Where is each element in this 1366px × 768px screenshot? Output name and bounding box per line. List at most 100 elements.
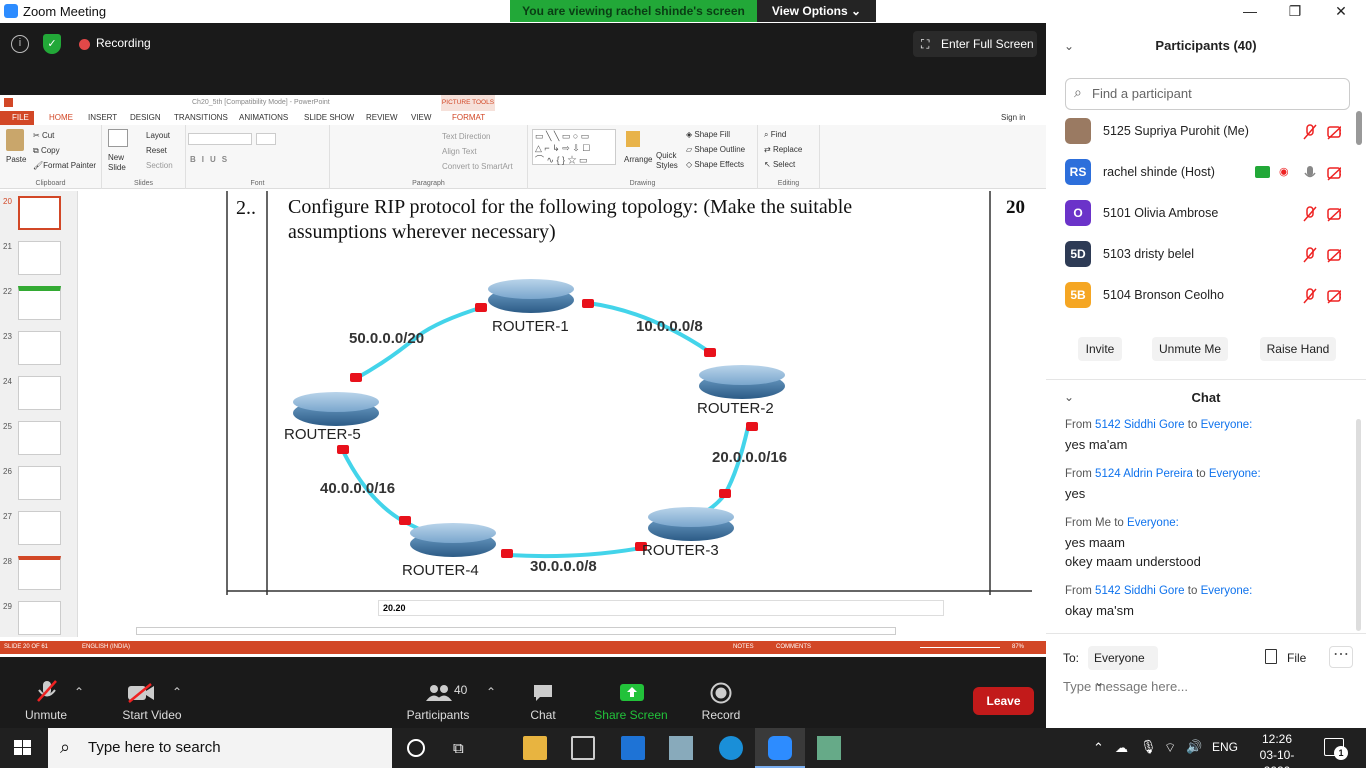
slide-canvas[interactable]: 2.. Configure RIP protocol for the follo… — [88, 191, 1032, 595]
shape-fill-button[interactable]: Shape Fill — [694, 130, 730, 139]
full-screen-button[interactable]: ⛶ Enter Full Screen — [913, 31, 1037, 57]
participant-row[interactable]: O 5101 Olivia Ambrose — [1065, 200, 1355, 228]
arrange-button[interactable]: Arrange — [624, 155, 652, 164]
invite-button[interactable]: Invite — [1078, 337, 1122, 361]
slide-thumbnail[interactable] — [18, 286, 61, 320]
arrange-icon[interactable] — [626, 131, 640, 147]
tab-design[interactable]: DESIGN — [130, 113, 161, 122]
shield-icon[interactable]: ✓ — [43, 34, 61, 54]
font-name-box[interactable] — [188, 133, 252, 145]
tab-insert[interactable]: INSERT — [88, 113, 117, 122]
raise-hand-button[interactable]: Raise Hand — [1260, 337, 1336, 361]
copy-button[interactable]: Copy — [41, 146, 60, 155]
notes-button[interactable]: NOTES — [733, 644, 754, 650]
task-view-icon[interactable]: ⧉ — [453, 740, 464, 757]
sign-in-link[interactable]: Sign in — [1001, 113, 1025, 122]
windows-start-icon[interactable] — [14, 740, 32, 756]
quick-styles-button[interactable]: Quick Styles — [656, 151, 680, 171]
share-screen-button[interactable]: Share Screen — [592, 657, 670, 728]
notes-pane[interactable]: 20.20 — [378, 600, 944, 616]
tab-review[interactable]: REVIEW — [366, 113, 398, 122]
mic-icon[interactable]: 🎙 — [1140, 739, 1157, 755]
recipient-dropdown[interactable]: Everyone ⌄ — [1088, 646, 1158, 689]
paste-label[interactable]: Paste — [6, 155, 26, 164]
cut-button[interactable]: Cut — [42, 131, 54, 140]
chat-sender[interactable]: 5124 Aldrin Pereira — [1095, 468, 1193, 480]
select-button[interactable]: Select — [773, 160, 795, 169]
record-button[interactable]: Record — [694, 657, 748, 728]
app-icon[interactable] — [669, 736, 693, 760]
slide-thumbnail[interactable] — [18, 421, 61, 455]
cortana-icon[interactable] — [407, 739, 425, 757]
chat-message-input[interactable]: Type message here... — [1063, 679, 1188, 694]
layout-button[interactable]: Layout — [146, 131, 170, 140]
info-icon[interactable]: i — [11, 35, 29, 53]
edge-icon[interactable] — [719, 736, 743, 760]
taskbar-search-input[interactable]: Type here to search — [48, 728, 392, 768]
chat-scrollbar[interactable] — [1356, 419, 1361, 631]
section-button[interactable]: Section — [146, 161, 173, 170]
participant-search-input[interactable]: Find a participant — [1065, 78, 1350, 110]
tab-slide-show[interactable]: SLIDE SHOW — [304, 113, 354, 122]
tab-home[interactable]: HOME — [49, 113, 73, 122]
wifi-icon[interactable]: ⌔ — [1164, 740, 1176, 756]
participants-scrollbar[interactable] — [1356, 111, 1362, 145]
chat-button[interactable]: Chat — [518, 657, 568, 728]
file-button[interactable]: File — [1287, 651, 1306, 665]
tab-transitions[interactable]: TRANSITIONS — [174, 113, 228, 122]
tab-file[interactable]: FILE — [12, 113, 29, 122]
store-icon[interactable] — [571, 736, 595, 760]
mail-icon[interactable] — [621, 736, 645, 760]
clock[interactable]: 12:26 03-10-2020 — [1249, 731, 1305, 768]
participant-row[interactable]: 5B 5104 Bronson Ceolho — [1065, 282, 1355, 310]
chevron-up-icon[interactable]: ⌃ — [172, 685, 182, 699]
paste-icon[interactable] — [6, 129, 24, 151]
cloud-icon[interactable]: ☁ — [1115, 740, 1128, 756]
slide-thumbnail[interactable] — [18, 511, 61, 545]
format-painter-button[interactable]: Format Painter — [43, 161, 96, 170]
file-icon[interactable] — [1265, 649, 1277, 664]
comments-button[interactable]: COMMENTS — [776, 644, 811, 650]
chevron-up-icon[interactable]: ⌃ — [74, 685, 84, 699]
font-format-icons[interactable]: BIUS — [190, 155, 233, 164]
file-explorer-icon[interactable] — [523, 736, 547, 760]
reset-button[interactable]: Reset — [146, 146, 167, 155]
participant-row[interactable]: RS rachel shinde (Host) ◉ — [1065, 159, 1355, 187]
unmute-me-button[interactable]: Unmute Me — [1152, 337, 1228, 361]
slide-thumbnail[interactable] — [18, 601, 61, 635]
leave-button[interactable]: Leave — [973, 687, 1034, 715]
chevron-up-icon[interactable]: ⌃ — [486, 685, 496, 699]
slide-thumbnail[interactable] — [18, 466, 61, 500]
unmute-button[interactable]: Unmute — [18, 657, 74, 728]
slide-thumbnail[interactable] — [18, 556, 61, 590]
shape-effects-button[interactable]: Shape Effects — [694, 160, 744, 169]
start-video-button[interactable]: Start Video — [104, 657, 200, 728]
participant-row[interactable]: 5125 Supriya Purohit (Me) — [1065, 118, 1355, 146]
app-icon[interactable] — [817, 736, 841, 760]
shapes-gallery[interactable]: ▭ ╲ ╲ ▭ ○ ▭ △ ⌐ ↳ ⇨ ⇩ ☐ ⌒ ∿ { } ☆ ▭ — [532, 129, 616, 165]
find-button[interactable]: Find — [771, 130, 787, 139]
view-options-button[interactable]: View Options ⌄ — [757, 0, 876, 22]
shape-outline-button[interactable]: Shape Outline — [694, 145, 745, 154]
volume-icon[interactable]: 🔊 — [1186, 739, 1202, 755]
participants-button[interactable]: 40 Participants — [402, 657, 474, 728]
slide-thumbnail[interactable] — [18, 331, 61, 365]
more-options-icon[interactable]: ⋯ — [1329, 646, 1353, 668]
smartart-button[interactable]: Convert to SmartArt — [442, 162, 513, 171]
language-indicator[interactable]: ENG — [1212, 740, 1238, 754]
close-icon[interactable]: ✕ — [1329, 2, 1353, 20]
tab-animations[interactable]: ANIMATIONS — [239, 113, 288, 122]
replace-button[interactable]: Replace — [773, 145, 802, 154]
slide-thumbnail[interactable] — [18, 376, 61, 410]
restore-icon[interactable]: ❐ — [1283, 2, 1307, 20]
slide-thumbnail[interactable] — [18, 241, 61, 275]
new-slide-button[interactable]: New Slide — [108, 153, 132, 173]
tab-format[interactable]: FORMAT — [452, 113, 485, 122]
chat-sender[interactable]: 5142 Siddhi Gore — [1095, 419, 1185, 431]
chevron-up-icon[interactable]: ⌃ — [1093, 740, 1104, 756]
font-size-box[interactable] — [256, 133, 276, 145]
horizontal-scrollbar[interactable] — [136, 627, 896, 635]
chat-sender[interactable]: 5142 Siddhi Gore — [1095, 585, 1185, 597]
align-text-button[interactable]: Align Text — [442, 147, 477, 156]
participant-row[interactable]: 5D 5103 dristy belel — [1065, 241, 1355, 269]
